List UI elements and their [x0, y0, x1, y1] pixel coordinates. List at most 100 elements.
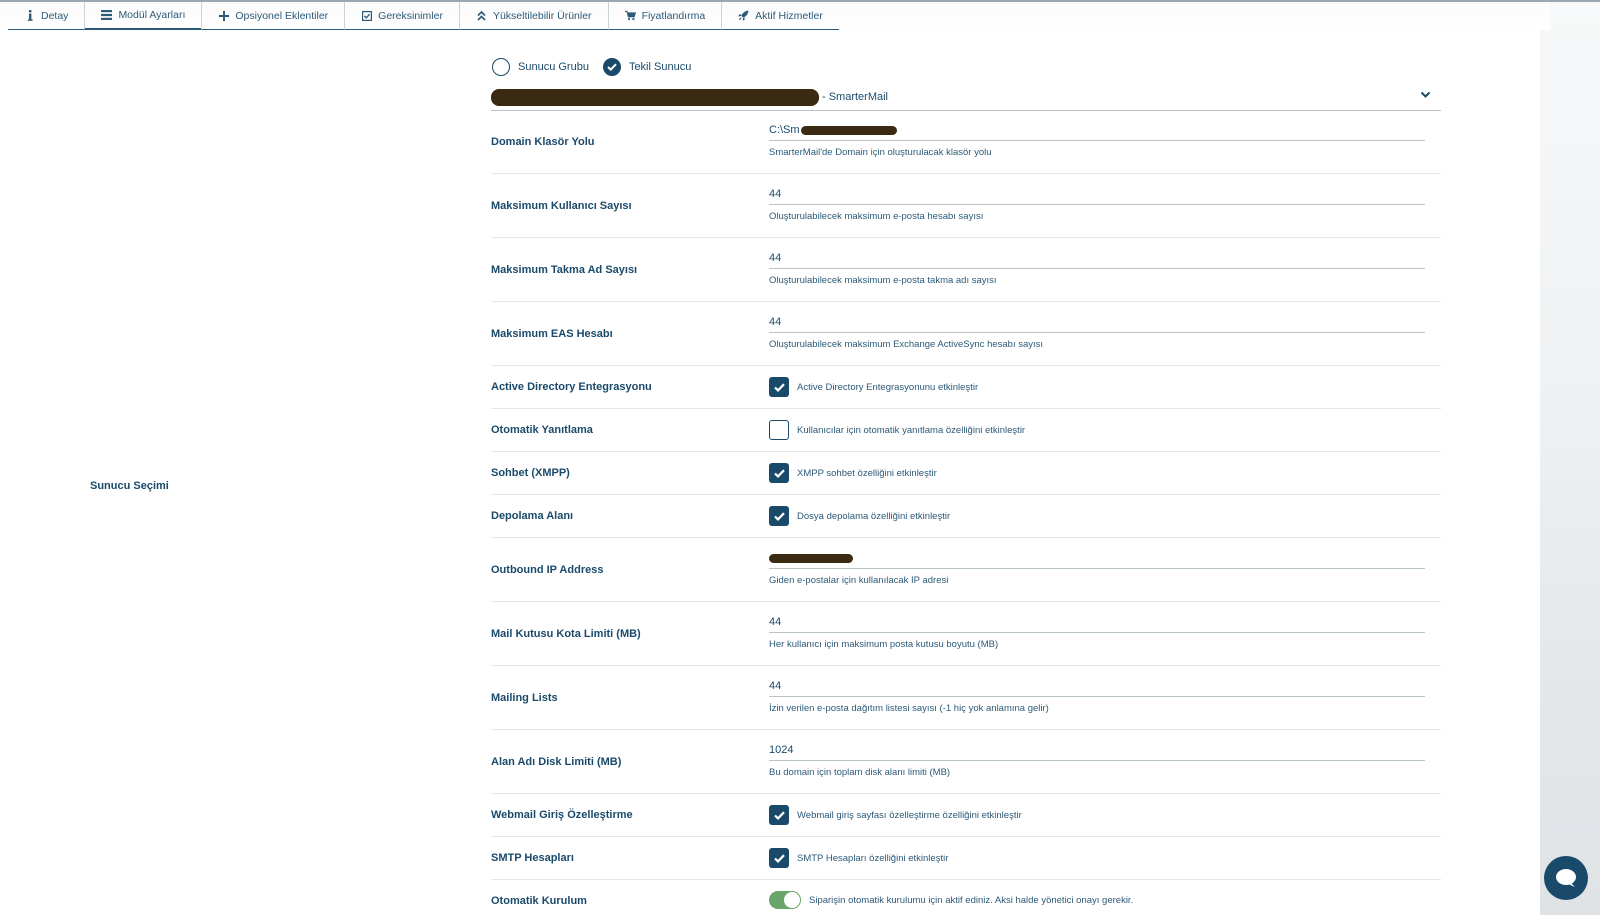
rocket-icon	[738, 10, 749, 21]
cart-icon	[624, 10, 636, 21]
row-auto-setup: Otomatik Kurulum Siparişin otomatik kuru…	[491, 880, 1441, 923]
mailbox-quota-input[interactable]: 44	[769, 612, 1425, 633]
row-mailing-lists: Mailing Lists 44 İzin verilen e-posta da…	[491, 666, 1441, 730]
row-xmpp: Sohbet (XMPP) XMPP sohbet özelliğini etk…	[491, 452, 1441, 495]
tab-gereksinimler[interactable]: Gereksinimler	[344, 2, 459, 30]
field-label: Mail Kutusu Kota Limiti (MB)	[491, 628, 641, 640]
chat-button[interactable]	[1544, 856, 1588, 900]
field-help: Oluşturulabilecek maksimum e-posta takma…	[769, 275, 997, 286]
max-eas-input[interactable]: 44	[769, 312, 1425, 333]
checkbox-label: Kullanıcılar için otomatik yanıtlama öze…	[797, 424, 1026, 436]
plus-icon	[218, 10, 229, 21]
field-help: Oluşturulabilecek maksimum Exchange Acti…	[769, 339, 1044, 350]
field-label: Alan Adı Disk Limiti (MB)	[491, 756, 622, 768]
radio-tekil-sunucu[interactable]	[602, 58, 621, 76]
chevron-down-icon	[1420, 91, 1431, 98]
outbound-ip-input[interactable]	[769, 548, 1425, 569]
redacted-ip	[769, 553, 853, 563]
tab-modul-ayarlari[interactable]: Modül Ayarları	[84, 2, 202, 30]
webmail-custom-checkbox[interactable]	[769, 805, 789, 825]
tab-label: Aktif Hizmetler	[755, 9, 823, 22]
info-icon	[24, 10, 35, 21]
checkbox-label: Active Directory Entegrasyonunu etkinleş…	[797, 381, 979, 393]
server-select-suffix: - SmarterMail	[822, 91, 889, 103]
check-icon	[607, 63, 617, 71]
mailing-lists-input[interactable]: 44	[769, 676, 1425, 697]
field-help: Bu domain için toplam disk alanı limiti …	[769, 767, 951, 778]
field-label: Outbound IP Address	[491, 564, 604, 576]
tab-yukseltilebilir-urunler[interactable]: Yükseltilebilir Ürünler	[458, 2, 608, 30]
field-label: Otomatik Yanıtlama	[491, 424, 593, 436]
check-icon	[773, 810, 785, 820]
xmpp-checkbox[interactable]	[769, 463, 789, 483]
field-help: Oluşturulabilecek maksimum e-posta hesab…	[769, 211, 984, 222]
row-mailbox-quota: Mail Kutusu Kota Limiti (MB) 44 Her kull…	[491, 602, 1441, 666]
field-label: Maksimum Kullanıcı Sayısı	[491, 200, 632, 212]
field-label: Sohbet (XMPP)	[491, 467, 570, 479]
redacted-server-name	[491, 88, 819, 106]
row-max-users: Maksimum Kullanıcı Sayısı 44 Oluşturulab…	[491, 174, 1441, 238]
background-image	[1540, 0, 1600, 915]
field-label: Maksimum EAS Hesabı	[491, 328, 613, 340]
smtp-accounts-checkbox[interactable]	[769, 848, 789, 868]
field-label: Maksimum Takma Ad Sayısı	[491, 264, 638, 276]
tab-label: Opsiyonel Eklentiler	[235, 9, 329, 22]
storage-checkbox[interactable]	[769, 506, 789, 526]
list-icon	[101, 10, 113, 21]
radio-label-tekil-sunucu: Tekil Sunucu	[628, 61, 692, 73]
redacted-path	[800, 125, 897, 135]
field-help: Giden e-postalar için kullanılacak IP ad…	[769, 575, 949, 586]
field-label: Otomatik Kurulum	[491, 895, 587, 907]
server-mode-radio-group: Sunucu Grubu Tekil Sunucu	[492, 58, 705, 76]
row-outbound-ip: Outbound IP Address Giden e-postalar içi…	[491, 538, 1441, 602]
checkbox-label: SMTP Hesapları özelliğini etkinleştir	[797, 852, 949, 864]
field-label: Active Directory Entegrasyonu	[491, 381, 652, 393]
tab-detay[interactable]: Detay	[8, 2, 85, 30]
server-select-dropdown[interactable]: - SmarterMail	[491, 84, 1441, 111]
section-label-sunucu-secimi: Sunucu Seçimi	[90, 480, 169, 492]
row-webmail-custom: Webmail Giriş Özelleştirme Webmail giriş…	[491, 794, 1441, 837]
field-label: Webmail Giriş Özelleştirme	[491, 809, 633, 821]
tab-bar: Detay Modül Ayarları Opsiyonel Eklentile…	[8, 2, 839, 30]
row-disk-limit: Alan Adı Disk Limiti (MB) 1024 Bu domain…	[491, 730, 1441, 794]
tab-label: Detay	[41, 9, 69, 22]
check-icon	[773, 511, 785, 521]
active-directory-checkbox[interactable]	[769, 377, 789, 397]
tab-fiyatlandirma[interactable]: Fiyatlandırma	[607, 2, 722, 30]
field-help: SmarterMail'de Domain için oluşturulacak…	[769, 147, 992, 158]
max-alias-input[interactable]: 44	[769, 248, 1425, 269]
auto-setup-toggle[interactable]	[769, 891, 801, 909]
module-settings-form: Domain Klasör Yolu C:\Sm SmarterMail'de …	[491, 110, 1441, 923]
tab-opsiyonel-eklentiler[interactable]: Opsiyonel Eklentiler	[201, 2, 345, 30]
row-active-directory: Active Directory Entegrasyonu Active Dir…	[491, 366, 1441, 409]
tab-label: Gereksinimler	[378, 9, 443, 22]
checkbox-label: XMPP sohbet özelliğini etkinleştir	[797, 467, 937, 479]
double-chevron-up-icon	[476, 10, 487, 21]
field-label: Depolama Alanı	[491, 510, 574, 522]
row-max-eas: Maksimum EAS Hesabı 44 Oluşturulabilecek…	[491, 302, 1441, 366]
row-domain-path: Domain Klasör Yolu C:\Sm SmarterMail'de …	[491, 110, 1441, 174]
field-label: SMTP Hesapları	[491, 852, 574, 864]
check-icon	[773, 382, 785, 392]
field-help: Her kullanıcı için maksimum posta kutusu…	[769, 639, 999, 650]
disk-limit-input[interactable]: 1024	[769, 740, 1425, 761]
check-icon	[773, 853, 785, 863]
row-storage: Depolama Alanı Dosya depolama özelliğini…	[491, 495, 1441, 538]
row-auto-reply: Otomatik Yanıtlama Kullanıcılar için oto…	[491, 409, 1441, 452]
radio-sunucu-grubu[interactable]	[492, 58, 510, 76]
auto-reply-checkbox[interactable]	[769, 420, 789, 440]
toggle-label: Siparişin otomatik kurulumu için aktif e…	[809, 894, 1134, 906]
domain-path-input[interactable]: C:\Sm	[769, 120, 1425, 141]
radio-label-sunucu-grubu: Sunucu Grubu	[518, 61, 589, 73]
checkbox-label: Webmail giriş sayfası özelleştirme özell…	[797, 809, 1022, 821]
row-max-alias: Maksimum Takma Ad Sayısı 44 Oluşturulabi…	[491, 238, 1441, 302]
tab-aktif-hizmetler[interactable]: Aktif Hizmetler	[721, 2, 839, 30]
tab-label: Fiyatlandırma	[641, 9, 706, 22]
field-label: Mailing Lists	[491, 692, 558, 704]
field-label: Domain Klasör Yolu	[491, 136, 595, 148]
checkbox-label: Dosya depolama özelliğini etkinleştir	[797, 510, 951, 522]
row-smtp-accounts: SMTP Hesapları SMTP Hesapları özelliğini…	[491, 837, 1441, 880]
tab-label: Modül Ayarları	[118, 9, 186, 21]
tab-label: Yükseltilebilir Ürünler	[492, 9, 592, 22]
max-users-input[interactable]: 44	[769, 184, 1425, 205]
